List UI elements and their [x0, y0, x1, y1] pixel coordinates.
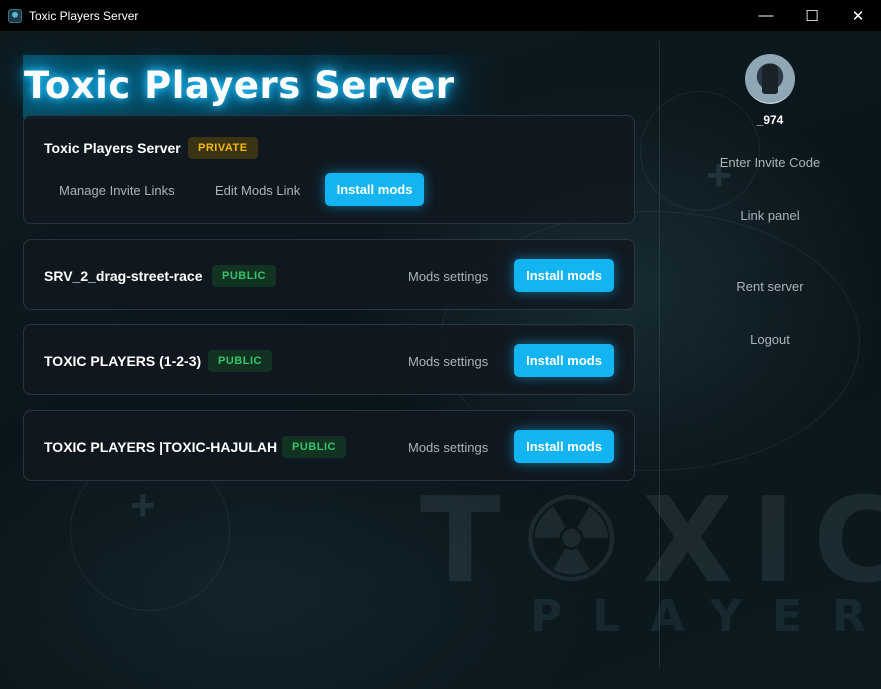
install-mods-button[interactable]: Install mods	[514, 259, 614, 292]
app-icon	[8, 8, 22, 23]
install-mods-button[interactable]: Install mods	[325, 173, 424, 206]
server-name: TOXIC PLAYERS |TOXIC-HAJULAH	[44, 439, 278, 455]
server-card: TOXIC PLAYERS (1-2-3) PUBLIC Mods settin…	[23, 324, 635, 395]
server-name: Toxic Players Server	[44, 140, 181, 156]
panel-divider	[659, 41, 660, 668]
page-title: Toxic Players Server	[24, 64, 455, 107]
maximize-button[interactable]: ☐	[789, 0, 835, 31]
motorcycle-rider-icon	[762, 64, 778, 94]
avatar[interactable]	[745, 54, 795, 104]
link-panel-link[interactable]: Link panel	[680, 208, 860, 223]
server-name: SRV_2_drag-street-race	[44, 268, 203, 284]
enter-invite-code-link[interactable]: Enter Invite Code	[680, 155, 860, 170]
window-controls: — ☐ ✕	[743, 0, 881, 31]
radiation-symbol-ring	[640, 91, 760, 211]
mods-settings-button[interactable]: Mods settings	[408, 440, 488, 455]
plus-decoration-icon: +	[130, 481, 156, 530]
rent-server-link[interactable]: Rent server	[680, 279, 860, 294]
edit-mods-link-button[interactable]: Edit Mods Link	[215, 183, 300, 198]
server-card-private: Toxic Players Server PRIVATE Manage Invi…	[23, 115, 635, 224]
mods-settings-button[interactable]: Mods settings	[408, 354, 488, 369]
username: _974	[756, 113, 784, 127]
public-badge: PUBLIC	[208, 350, 272, 372]
window-titlebar: Toxic Players Server — ☐ ✕	[0, 0, 881, 31]
server-name: TOXIC PLAYERS (1-2-3)	[44, 353, 202, 369]
logout-link[interactable]: Logout	[680, 332, 860, 347]
public-badge: PUBLIC	[282, 436, 346, 458]
minimize-button[interactable]: —	[743, 0, 789, 31]
private-badge: PRIVATE	[188, 137, 258, 159]
window-title: Toxic Players Server	[29, 8, 139, 23]
mods-settings-button[interactable]: Mods settings	[408, 269, 488, 284]
server-card: SRV_2_drag-street-race PUBLIC Mods setti…	[23, 239, 635, 310]
install-mods-button[interactable]: Install mods	[514, 430, 614, 463]
install-mods-button[interactable]: Install mods	[514, 344, 614, 377]
background-brand-subtext: PLAYERS	[530, 591, 881, 642]
public-badge: PUBLIC	[212, 265, 276, 287]
close-button[interactable]: ✕	[835, 0, 881, 31]
manage-invite-links-button[interactable]: Manage Invite Links	[59, 183, 175, 198]
server-card: TOXIC PLAYERS |TOXIC-HAJULAH PUBLIC Mods…	[23, 410, 635, 481]
background-brand-text: T☢XIC	[420, 471, 881, 609]
